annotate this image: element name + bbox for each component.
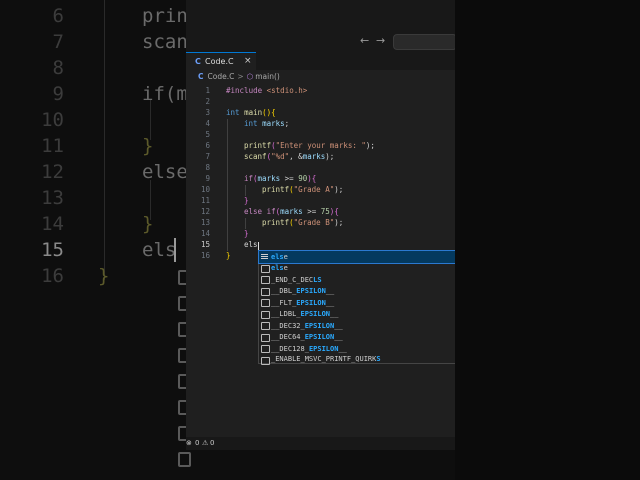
indent-guide bbox=[245, 185, 246, 196]
bg-line-number: 11 bbox=[41, 135, 64, 157]
bg-code-line: } bbox=[98, 265, 110, 287]
bg-line-number: 7 bbox=[52, 31, 64, 53]
suggestion-item[interactable]: __DEC64_EPSILON__ bbox=[259, 332, 455, 344]
bg-text-cursor bbox=[174, 238, 176, 262]
title-bar: ← → bbox=[186, 0, 455, 52]
code-line-6: printf("Enter your marks: "); bbox=[244, 141, 375, 150]
back-arrow-icon[interactable]: ← bbox=[360, 34, 369, 47]
warning-icon[interactable]: ⚠ bbox=[202, 439, 208, 447]
suggestion-item[interactable]: __FLT_EPSILON__ bbox=[259, 297, 455, 309]
c-file-icon: C bbox=[195, 57, 201, 66]
line-number-active: 15 bbox=[200, 240, 210, 249]
line-number: 8 bbox=[205, 163, 210, 172]
breadcrumb: C Code.C > ⬡ main() bbox=[198, 72, 280, 81]
close-icon[interactable]: × bbox=[244, 56, 252, 66]
snippet-icon bbox=[261, 287, 270, 296]
line-number: 9 bbox=[205, 174, 210, 183]
line-number: 12 bbox=[200, 207, 210, 216]
warning-count[interactable]: 0 bbox=[210, 439, 214, 447]
suggestion-item[interactable]: __DEC32_EPSILON__ bbox=[259, 320, 455, 332]
suggestion-item[interactable]: __DBL_EPSILON__ bbox=[259, 286, 455, 298]
bg-code-line: } bbox=[142, 135, 154, 157]
suggestion-item[interactable]: _END_C_DECLS bbox=[259, 274, 455, 286]
bg-line-number: 10 bbox=[41, 109, 64, 131]
code-line-4: int marks; bbox=[244, 119, 290, 128]
error-count[interactable]: 0 bbox=[195, 439, 199, 447]
line-number: 4 bbox=[205, 119, 210, 128]
suggestion-item[interactable]: _ENABLE_MSVC_PRINTF_QUIRKS bbox=[259, 355, 455, 365]
snippet-icon bbox=[261, 299, 270, 307]
vscode-window: ← → C Code.C × C Code.C > ⬡ main() 1 2 3 4 5… bbox=[186, 0, 455, 450]
indent-guide bbox=[245, 218, 246, 229]
code-line-7: scanf("%d", &marks); bbox=[244, 152, 335, 161]
bg-line-number: 16 bbox=[41, 265, 64, 287]
line-number: 7 bbox=[205, 152, 210, 161]
breadcrumb-file[interactable]: Code.C bbox=[208, 72, 235, 81]
line-number: 5 bbox=[205, 130, 210, 139]
bg-line-number: 6 bbox=[52, 5, 64, 27]
bg-indent-guide bbox=[104, 0, 105, 280]
code-line-11: } bbox=[244, 196, 249, 205]
bg-indent-guide bbox=[150, 100, 151, 140]
code-editor[interactable]: 1 2 3 4 5 6 7 8 9 10 11 12 13 14 15 16 #… bbox=[186, 84, 455, 414]
bg-code-line: els bbox=[142, 239, 177, 261]
line-number: 10 bbox=[200, 185, 210, 194]
suggestion-item[interactable]: __LDBL_EPSILON__ bbox=[259, 309, 455, 321]
suggestion-item[interactable]: else bbox=[259, 263, 455, 275]
command-center-search[interactable] bbox=[393, 34, 455, 50]
code-line-1: #include <stdio.h> bbox=[226, 86, 308, 95]
code-line-16: } bbox=[226, 251, 231, 260]
bg-code-line: } bbox=[142, 213, 154, 235]
line-number: 2 bbox=[205, 97, 210, 106]
code-line-13: printf("Grade B"); bbox=[262, 218, 344, 227]
line-number: 13 bbox=[200, 218, 210, 227]
snippet-icon bbox=[261, 264, 270, 273]
bg-right-panel bbox=[455, 0, 640, 480]
bg-line-number-active: 15 bbox=[41, 239, 64, 261]
snippet-icon bbox=[261, 310, 270, 319]
status-bar: ⊗ 0 ⚠ 0 bbox=[186, 437, 455, 450]
snippet-icon bbox=[261, 276, 270, 284]
snippet-icon bbox=[261, 345, 270, 353]
suggestion-item[interactable]: __DEC128_EPSILON__ bbox=[259, 343, 455, 355]
bg-line-number: 13 bbox=[41, 187, 64, 209]
tab-label: Code.C bbox=[205, 57, 234, 66]
error-icon[interactable]: ⊗ bbox=[186, 439, 192, 447]
keyword-icon bbox=[261, 253, 268, 259]
suggest-widget: else else _END_C_DECLS __DBL_EPSILON__ _… bbox=[258, 250, 455, 365]
snippet-icon bbox=[261, 333, 270, 342]
line-number: 3 bbox=[205, 108, 210, 117]
bg-line-number: 14 bbox=[41, 213, 64, 235]
c-file-icon: C bbox=[198, 72, 204, 81]
bg-line-number: 12 bbox=[41, 161, 64, 183]
suggestion-item[interactable]: else bbox=[258, 250, 455, 264]
indent-guide bbox=[227, 119, 228, 251]
tab-strip: C Code.C × bbox=[186, 52, 455, 71]
function-symbol-icon: ⬡ bbox=[246, 72, 254, 81]
line-number: 16 bbox=[200, 251, 210, 260]
code-line-15: els bbox=[244, 240, 258, 249]
snippet-icon bbox=[261, 356, 270, 365]
breadcrumb-symbol[interactable]: main() bbox=[255, 72, 280, 81]
bg-suggestion-icon bbox=[178, 452, 191, 467]
code-line-9: if(marks >= 90){ bbox=[244, 174, 317, 183]
snippet-icon bbox=[261, 322, 270, 330]
line-number: 6 bbox=[205, 141, 210, 150]
bg-code-line: else bbox=[142, 161, 188, 183]
line-number: 11 bbox=[200, 196, 210, 205]
code-line-14: } bbox=[244, 229, 249, 238]
breadcrumb-separator: > bbox=[237, 72, 244, 81]
code-line-12: else if(marks >= 75){ bbox=[244, 207, 339, 216]
tab-code-c[interactable]: C Code.C × bbox=[186, 52, 256, 71]
line-number: 14 bbox=[200, 229, 210, 238]
bg-line-number: 9 bbox=[52, 83, 64, 105]
code-line-10: printf("Grade A"); bbox=[262, 185, 344, 194]
code-line-3: int main(){ bbox=[226, 108, 276, 117]
forward-arrow-icon[interactable]: → bbox=[376, 34, 385, 47]
bg-line-number: 8 bbox=[52, 57, 64, 79]
line-number: 1 bbox=[205, 86, 210, 95]
